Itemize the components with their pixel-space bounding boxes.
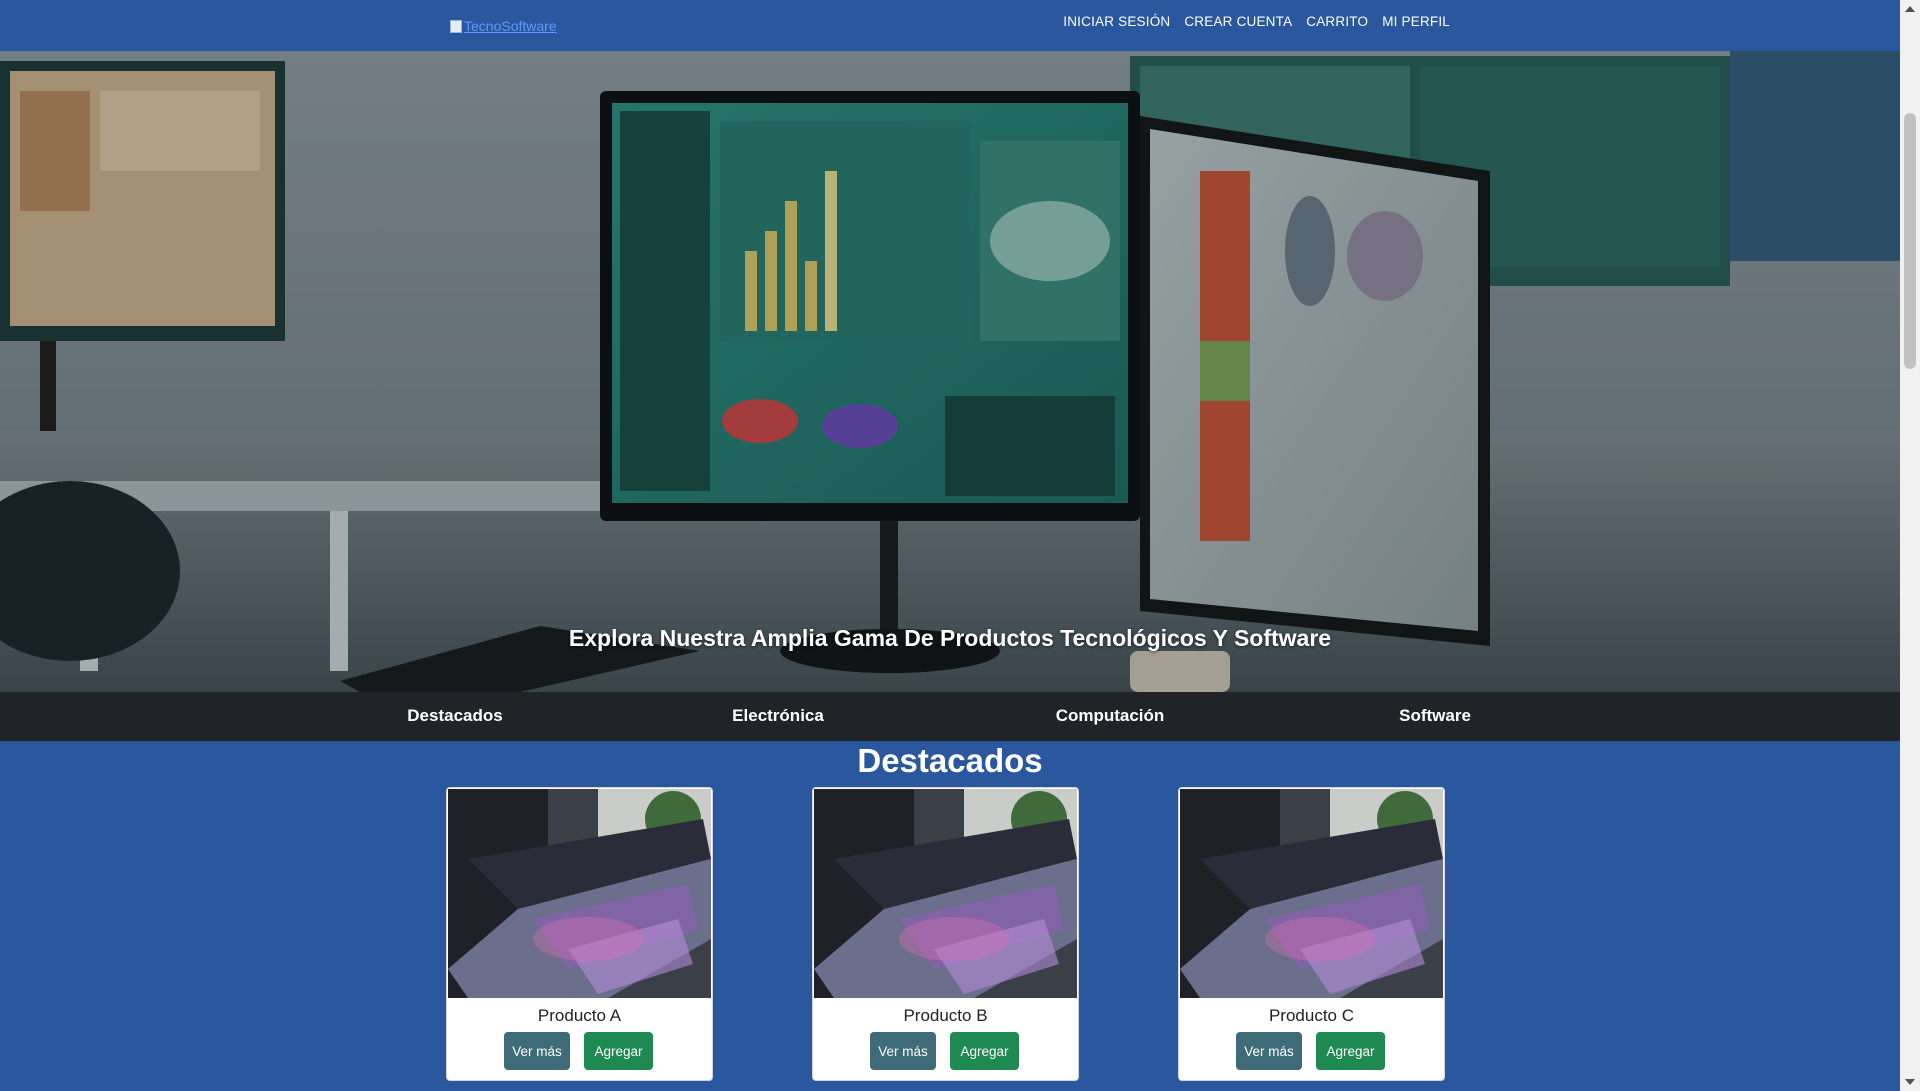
nav-cart-link[interactable]: CARRITO [1306,14,1368,29]
product-name: Producto A [537,1006,622,1025]
product-name: Producto B [903,1006,988,1025]
product-name: Producto C [1268,1006,1355,1025]
add-to-cart-button[interactable]: Agregar [584,1032,653,1070]
scrollbar-thumb[interactable] [1904,113,1916,369]
scroll-down-arrow-icon[interactable] [1905,1079,1915,1085]
laptop-image [448,789,711,998]
product-card: Producto B Ver más Agregar [812,787,1079,1081]
view-more-button[interactable]: Ver más [870,1032,936,1070]
tab-computacion[interactable]: Computación [1056,706,1165,726]
hero-caption: Explora Nuestra Amplia Gama De Productos… [568,625,1332,651]
view-more-button[interactable]: Ver más [1236,1032,1302,1070]
hero-banner: Explora Nuestra Amplia Gama De Productos… [0,51,1900,692]
brand-logo-link[interactable]: TecnoSoftware [450,16,557,36]
laptop-image [1180,789,1443,998]
page: TecnoSoftware INICIAR SESIÓN CREAR CUENT… [0,0,1900,1091]
add-to-cart-button[interactable]: Agregar [1316,1032,1385,1070]
view-more-button[interactable]: Ver más [504,1032,570,1070]
product-card: Producto A Ver más Agregar [446,787,713,1081]
category-bar: Destacados Electrónica Computación Softw… [0,692,1900,741]
brand-logo-alt-text: TecnoSoftware [464,18,557,34]
add-to-cart-button[interactable]: Agregar [950,1032,1019,1070]
tab-software[interactable]: Software [1399,706,1471,726]
scroll-up-arrow-icon[interactable] [1905,6,1915,12]
tab-electronica[interactable]: Electrónica [732,706,824,726]
broken-image-icon [450,19,462,33]
nav-profile-link[interactable]: MI PERFIL [1382,14,1450,29]
tab-destacados[interactable]: Destacados [407,706,502,726]
page-scrollbar[interactable] [1900,0,1920,1091]
top-navbar: TecnoSoftware INICIAR SESIÓN CREAR CUENT… [0,0,1900,52]
nav-login-link[interactable]: INICIAR SESIÓN [1063,14,1170,29]
nav-links: INICIAR SESIÓN CREAR CUENTA CARRITO MI P… [1063,14,1450,29]
product-card: Producto C Ver más Agregar [1178,787,1445,1081]
featured-section-title: Destacados [857,742,1043,779]
office-monitors-dashboard-image [0,51,1900,692]
nav-register-link[interactable]: CREAR CUENTA [1184,14,1292,29]
laptop-image [814,789,1077,998]
